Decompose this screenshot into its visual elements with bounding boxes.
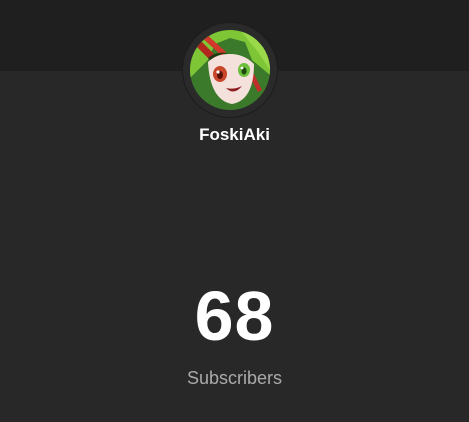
anime-character-avatar-icon [190,30,270,110]
channel-name: FoskiAki [199,125,270,144]
channel-avatar [183,23,277,117]
subscriber-count: 68 [194,277,275,355]
subscriber-counter-page: FoskiAki 68 Subscribers [0,0,469,422]
subscriber-label: Subscribers [186,368,283,388]
